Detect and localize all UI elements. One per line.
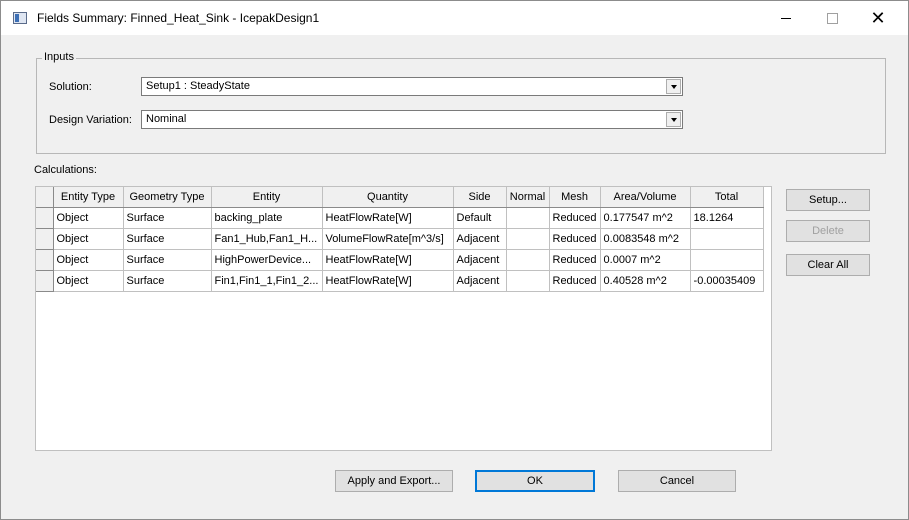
table-cell[interactable]: HeatFlowRate[W] [322, 270, 454, 292]
row-header[interactable] [36, 207, 54, 229]
table-row[interactable]: Object Surface Fan1_Hub,Fan1_H... Volume… [36, 228, 764, 250]
table-cell[interactable]: Reduced [549, 207, 601, 229]
design-variation-label: Design Variation: [49, 114, 132, 126]
table-cell[interactable] [506, 270, 550, 292]
cancel-button[interactable]: Cancel [618, 470, 736, 492]
table-cell[interactable]: Object [53, 207, 124, 229]
minimize-button[interactable] [771, 7, 801, 29]
inputs-group [36, 58, 886, 154]
table-cell[interactable] [506, 228, 550, 250]
table-row[interactable]: Object Surface HighPowerDevice... HeatFl… [36, 249, 764, 271]
table-cell[interactable]: 0.0083548 m^2 [600, 228, 691, 250]
title-bar[interactable]: Fields Summary: Finned_Heat_Sink - Icepa… [1, 1, 908, 35]
table-cell[interactable]: 18.1264 [690, 207, 764, 229]
table-cell[interactable]: VolumeFlowRate[m^3/s] [322, 228, 454, 250]
app-icon [13, 12, 27, 24]
table-cell[interactable]: Adjacent [453, 228, 507, 250]
solution-value: Setup1 : SteadyState [146, 80, 250, 92]
row-header[interactable] [36, 228, 54, 250]
header-row: Entity Type Geometry Type Entity Quantit… [36, 187, 764, 208]
inputs-legend: Inputs [42, 51, 76, 63]
table-cell[interactable]: Default [453, 207, 507, 229]
table-cell[interactable]: backing_plate [211, 207, 323, 229]
col-header[interactable]: Quantity [322, 187, 454, 208]
table-cell[interactable] [690, 228, 764, 250]
col-header[interactable]: Entity [211, 187, 323, 208]
ok-button[interactable]: OK [475, 470, 595, 492]
table-cell[interactable] [506, 249, 550, 271]
table-cell[interactable]: Reduced [549, 270, 601, 292]
clear-all-button[interactable]: Clear All [786, 254, 870, 276]
table-cell[interactable]: HeatFlowRate[W] [322, 249, 454, 271]
table-cell[interactable]: Reduced [549, 249, 601, 271]
maximize-button [817, 7, 847, 29]
table-cell[interactable]: Adjacent [453, 249, 507, 271]
solution-label: Solution: [49, 81, 92, 93]
table-cell[interactable]: 0.40528 m^2 [600, 270, 691, 292]
table-cell[interactable]: Object [53, 249, 124, 271]
col-header[interactable]: Area/Volume [600, 187, 691, 208]
table-cell[interactable]: Adjacent [453, 270, 507, 292]
table-cell[interactable]: HeatFlowRate[W] [322, 207, 454, 229]
col-header[interactable]: Normal [506, 187, 550, 208]
fields-summary-window: Fields Summary: Finned_Heat_Sink - Icepa… [0, 0, 909, 520]
calculations-table: Entity Type Geometry Type Entity Quantit… [36, 187, 764, 292]
delete-button[interactable]: Delete [786, 220, 870, 242]
close-button[interactable]: ✕ [863, 7, 893, 29]
table-cell[interactable]: 0.177547 m^2 [600, 207, 691, 229]
table-cell[interactable]: Surface [123, 228, 212, 250]
table-cell[interactable] [506, 207, 550, 229]
apply-and-export-button[interactable]: Apply and Export... [335, 470, 453, 492]
table-cell[interactable]: Surface [123, 207, 212, 229]
design-variation-value: Nominal [146, 113, 187, 125]
table-row[interactable]: Object Surface Fin1,Fin1_1,Fin1_2... Hea… [36, 270, 764, 292]
window-title: Fields Summary: Finned_Heat_Sink - Icepa… [37, 11, 320, 25]
table-cell[interactable]: Object [53, 270, 124, 292]
table-cell[interactable] [690, 249, 764, 271]
table-cell[interactable]: HighPowerDevice... [211, 249, 323, 271]
corner-header [36, 187, 54, 208]
table-cell[interactable]: Object [53, 228, 124, 250]
table-cell[interactable]: Fan1_Hub,Fan1_H... [211, 228, 323, 250]
col-header[interactable]: Entity Type [53, 187, 124, 208]
chevron-down-icon[interactable] [666, 79, 681, 94]
chevron-down-icon[interactable] [666, 112, 681, 127]
setup-button[interactable]: Setup... [786, 189, 870, 211]
calculations-label: Calculations: [34, 164, 97, 176]
table-row[interactable]: Object Surface backing_plate HeatFlowRat… [36, 207, 764, 229]
table-cell[interactable]: Surface [123, 249, 212, 271]
solution-dropdown[interactable]: Setup1 : SteadyState [141, 77, 683, 96]
calculations-grid[interactable]: Entity Type Geometry Type Entity Quantit… [35, 186, 772, 451]
col-header[interactable]: Geometry Type [123, 187, 212, 208]
table-cell[interactable]: Fin1,Fin1_1,Fin1_2... [211, 270, 323, 292]
col-header[interactable]: Side [453, 187, 507, 208]
design-variation-dropdown[interactable]: Nominal [141, 110, 683, 129]
col-header[interactable]: Mesh [549, 187, 601, 208]
col-header[interactable]: Total [690, 187, 764, 208]
row-header[interactable] [36, 249, 54, 271]
row-header[interactable] [36, 270, 54, 292]
table-cell[interactable]: Surface [123, 270, 212, 292]
table-cell[interactable]: 0.0007 m^2 [600, 249, 691, 271]
table-cell[interactable]: Reduced [549, 228, 601, 250]
table-cell[interactable]: -0.00035409 [690, 270, 764, 292]
